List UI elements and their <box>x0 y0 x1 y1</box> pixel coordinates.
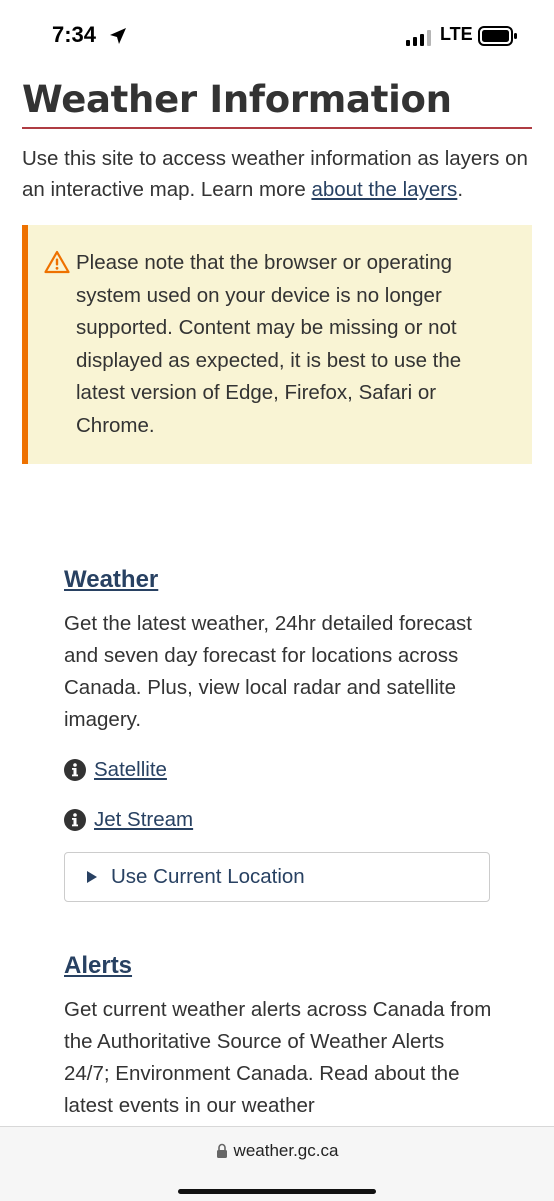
lock-icon <box>216 1143 227 1158</box>
satellite-item: Satellite <box>64 758 494 782</box>
weather-section: Weather Get the latest weather, 24hr det… <box>64 566 494 902</box>
home-indicator[interactable] <box>178 1189 376 1194</box>
alerts-heading-link[interactable]: Alerts <box>64 952 132 979</box>
jet-stream-link[interactable]: Jet Stream <box>94 808 193 832</box>
use-current-location-button[interactable]: Use Current Location <box>64 852 490 902</box>
info-icon[interactable] <box>64 809 86 831</box>
signal-icon <box>406 30 431 46</box>
weather-description: Get the latest weather, 24hr detailed fo… <box>64 612 472 731</box>
jet-stream-item: Jet Stream <box>64 808 494 832</box>
location-arrow-icon <box>110 28 126 44</box>
status-bar: 7:34 LTE <box>0 0 554 74</box>
battery-icon <box>478 26 517 46</box>
alerts-description: Get current weather alerts across Canada… <box>64 998 492 1117</box>
weather-heading-link[interactable]: Weather <box>64 566 158 593</box>
url-display[interactable]: weather.gc.ca <box>0 1141 554 1161</box>
url-text: weather.gc.ca <box>233 1141 339 1160</box>
intro-end: . <box>457 178 464 201</box>
intro-paragraph: Use this site to access weather informat… <box>22 143 532 205</box>
browser-notice: Please note that the browser or operatin… <box>22 225 532 464</box>
status-time: 7:34 <box>52 22 97 47</box>
satellite-link[interactable]: Satellite <box>94 758 167 782</box>
use-current-location-label: Use Current Location <box>111 865 305 888</box>
browser-address-bar[interactable]: weather.gc.ca <box>0 1126 554 1201</box>
disclosure-triangle-icon <box>87 871 97 883</box>
info-icon[interactable] <box>64 759 86 781</box>
title-rule <box>22 127 532 129</box>
alerts-section: Alerts Get current weather alerts across… <box>64 952 494 1122</box>
page-title: Weather Information <box>22 78 452 121</box>
network-type: LTE <box>440 24 473 44</box>
main-content: Weather Information Use this site to acc… <box>22 74 532 464</box>
warning-icon <box>44 250 70 274</box>
about-layers-link[interactable]: about the layers <box>311 178 457 201</box>
notice-text: Please note that the browser or operatin… <box>76 251 462 437</box>
